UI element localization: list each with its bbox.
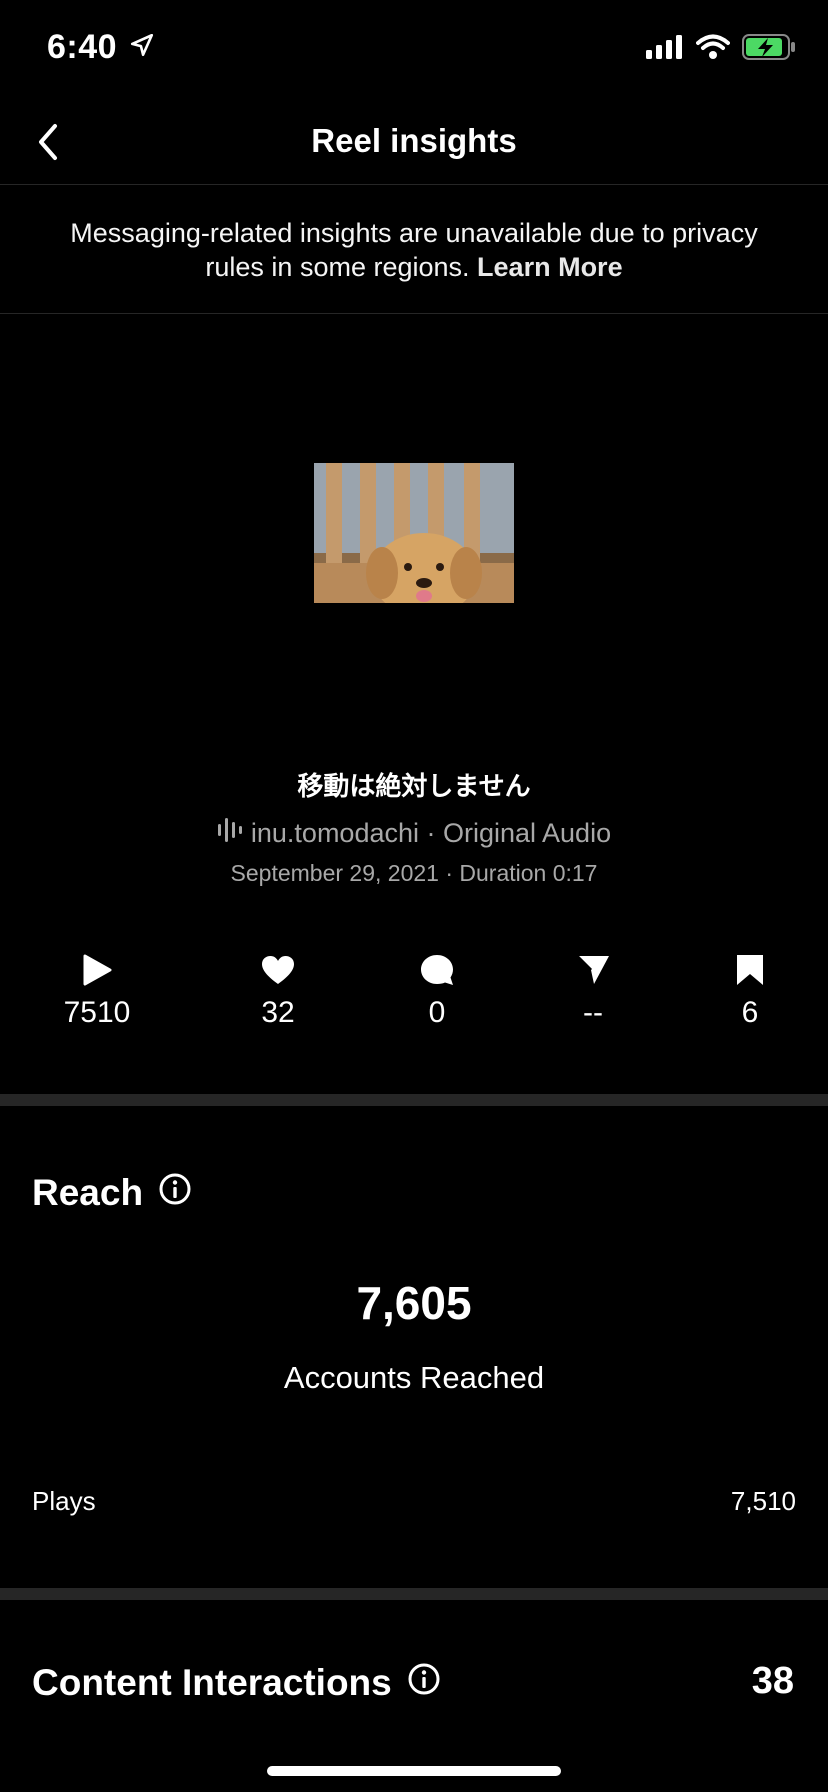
content-interactions-title: Content Interactions bbox=[32, 1662, 392, 1703]
paper-plane-icon bbox=[533, 950, 653, 990]
reel-caption: 移動は絶対しません bbox=[297, 771, 531, 801]
section-divider bbox=[0, 1094, 828, 1106]
nav-bar: Reel insights bbox=[0, 100, 828, 185]
saves-count: 6 bbox=[741, 996, 759, 1029]
section-divider bbox=[0, 1588, 828, 1600]
plays-count: 7510 bbox=[63, 996, 131, 1029]
reach-header: Reach bbox=[32, 1172, 191, 1214]
learn-more-link[interactable]: Learn More bbox=[477, 252, 623, 282]
stat-plays: 7510 bbox=[37, 950, 157, 1030]
comment-icon bbox=[377, 950, 497, 990]
status-icons bbox=[646, 34, 796, 65]
info-icon[interactable] bbox=[159, 1172, 191, 1214]
plays-row: Plays 7,510 bbox=[32, 1486, 796, 1517]
accounts-reached-label: Accounts Reached bbox=[283, 1360, 545, 1395]
heart-icon bbox=[218, 950, 338, 990]
audio-attribution[interactable]: inu.tomodachi · Original Audio bbox=[0, 818, 828, 849]
audio-text: inu.tomodachi · Original Audio bbox=[250, 818, 612, 848]
wifi-icon bbox=[696, 34, 730, 65]
signal-icon bbox=[646, 35, 684, 64]
battery-icon bbox=[742, 34, 796, 65]
status-time: 6:40 bbox=[47, 28, 155, 67]
content-interactions-value: 38 bbox=[751, 1660, 794, 1702]
reel-date-duration: September 29, 2021 · Duration 0:17 bbox=[230, 860, 598, 886]
likes-count: 32 bbox=[261, 996, 295, 1029]
reel-stats: 7510 32 0 -- 6 bbox=[0, 950, 828, 1030]
privacy-notice: Messaging-related insights are unavailab… bbox=[0, 186, 828, 314]
time-text: 6:40 bbox=[47, 28, 118, 66]
audio-waveform-icon bbox=[217, 818, 243, 849]
page-title: Reel insights bbox=[311, 122, 517, 159]
bookmark-icon bbox=[690, 950, 810, 990]
stat-comments: 0 bbox=[377, 950, 497, 1030]
stat-likes: 32 bbox=[218, 950, 338, 1030]
reel-thumbnail[interactable] bbox=[314, 463, 514, 603]
accounts-reached-value: 7,605 bbox=[356, 1277, 472, 1329]
location-arrow-icon bbox=[129, 28, 155, 67]
play-icon bbox=[37, 950, 157, 990]
home-indicator[interactable] bbox=[267, 1766, 561, 1776]
content-interactions-header: Content Interactions bbox=[32, 1662, 440, 1704]
reach-title: Reach bbox=[32, 1172, 144, 1213]
stat-shares: -- bbox=[533, 950, 653, 1030]
notice-text: Messaging-related insights are unavailab… bbox=[70, 218, 758, 282]
status-bar: 6:40 bbox=[0, 0, 828, 100]
plays-value: 7,510 bbox=[730, 1486, 796, 1516]
comments-count: 0 bbox=[428, 996, 446, 1029]
info-icon[interactable] bbox=[408, 1662, 440, 1704]
shares-count: -- bbox=[583, 996, 603, 1029]
stat-saves: 6 bbox=[690, 950, 810, 1030]
plays-label: Plays bbox=[32, 1486, 96, 1516]
